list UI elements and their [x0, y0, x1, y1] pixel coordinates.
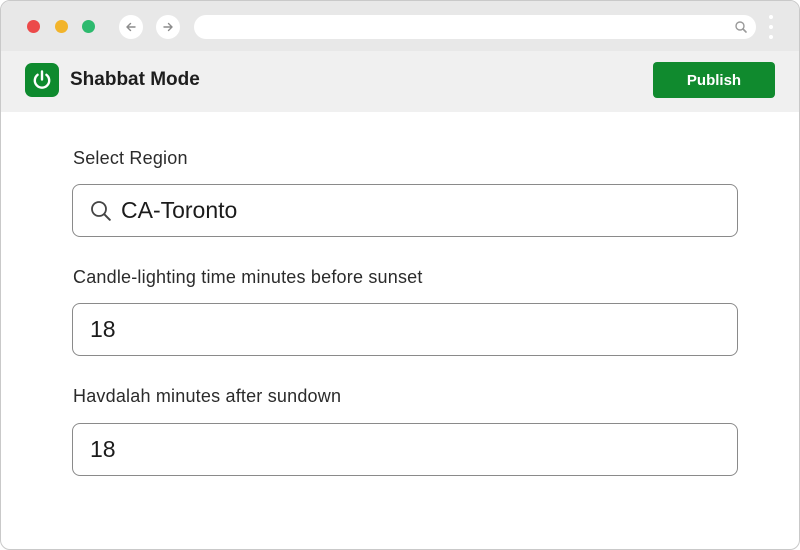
back-button[interactable] [119, 15, 143, 39]
app-logo [25, 63, 59, 97]
region-search-input[interactable] [121, 185, 721, 236]
havdalah-field[interactable] [72, 423, 738, 476]
search-icon [735, 21, 747, 33]
arrow-left-icon [126, 22, 136, 32]
candle-lighting-input[interactable] [90, 304, 720, 355]
region-field[interactable] [72, 184, 738, 237]
app-title: Shabbat Mode [70, 69, 200, 90]
havdalah-label: Havdalah minutes after sundown [73, 386, 342, 406]
window-close-button[interactable] [27, 20, 40, 33]
browser-toolbar [1, 1, 799, 51]
address-bar[interactable] [194, 15, 756, 39]
arrow-right-icon [163, 22, 173, 32]
app-header: Shabbat Mode Publish [1, 51, 799, 112]
havdalah-input[interactable] [90, 424, 720, 475]
browser-menu-button[interactable] [767, 13, 775, 41]
window-maximize-button[interactable] [82, 20, 95, 33]
power-icon [33, 70, 51, 89]
forward-button[interactable] [156, 15, 180, 39]
kebab-menu-icon [769, 15, 773, 19]
publish-button[interactable]: Publish [653, 62, 775, 98]
candle-lighting-label: Candle-lighting time minutes before suns… [73, 267, 423, 287]
browser-window: Shabbat Mode Publish Select Region Candl… [0, 0, 800, 550]
search-icon [91, 201, 111, 221]
candle-lighting-field[interactable] [72, 303, 738, 356]
region-label: Select Region [73, 148, 188, 168]
window-minimize-button[interactable] [55, 20, 68, 33]
